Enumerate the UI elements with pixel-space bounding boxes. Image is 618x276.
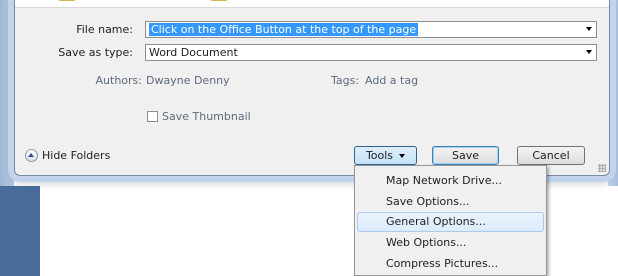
- save-as-type-label: Save as type:: [58, 46, 133, 59]
- cancel-button[interactable]: Cancel: [517, 146, 585, 165]
- menu-item-map-network-drive[interactable]: Map Network Drive...: [357, 171, 544, 191]
- chevron-down-icon[interactable]: [586, 27, 592, 31]
- authors-label: Authors:: [95, 74, 142, 87]
- menu-item-save-options[interactable]: Save Options...: [357, 192, 544, 212]
- hide-folders-button[interactable]: Hide Folders: [25, 149, 110, 162]
- tags-value[interactable]: Add a tag: [365, 74, 418, 87]
- menu-item-label: General Options...: [386, 215, 486, 228]
- save-as-type-select[interactable]: Word Document: [145, 44, 597, 61]
- tools-label: Tools: [365, 149, 394, 162]
- chevron-up-circle-icon: [25, 149, 38, 162]
- folder-list-edge[interactable]: [15, 0, 609, 8]
- chevron-down-icon[interactable]: [586, 50, 592, 54]
- file-name-label: File name:: [76, 23, 133, 36]
- folder-icon: [211, 0, 227, 1]
- file-name-value: Click on the Office Button at the top of…: [149, 23, 419, 36]
- background-document-margin: [0, 186, 40, 276]
- resize-grip-icon[interactable]: [598, 164, 606, 172]
- menu-item-label: Save Options...: [386, 195, 470, 208]
- authors-value[interactable]: Dwayne Denny: [146, 74, 230, 87]
- save-as-type-value: Word Document: [149, 46, 238, 59]
- chevron-down-icon: [399, 154, 406, 158]
- menu-item-compress-pictures[interactable]: Compress Pictures...: [357, 254, 544, 274]
- save-thumbnail-checkbox[interactable]: [147, 111, 158, 122]
- tags-label: Tags:: [331, 74, 360, 87]
- menu-item-general-options[interactable]: General Options...: [357, 212, 544, 232]
- save-as-dialog: File name: Click on the Office Button at…: [14, 0, 610, 176]
- menu-item-web-options[interactable]: Web Options...: [357, 233, 544, 253]
- file-name-input[interactable]: Click on the Office Button at the top of…: [145, 21, 597, 38]
- menu-item-label: Map Network Drive...: [386, 174, 502, 187]
- hide-folders-label: Hide Folders: [42, 149, 111, 162]
- menu-item-label: Compress Pictures...: [386, 257, 499, 270]
- tools-button[interactable]: Tools: [354, 146, 417, 165]
- menu-item-label: Web Options...: [386, 236, 467, 249]
- save-button[interactable]: Save: [432, 146, 499, 165]
- save-label: Save: [451, 149, 479, 162]
- save-thumbnail-label[interactable]: Save Thumbnail: [162, 110, 251, 123]
- folder-icon: [59, 0, 75, 1]
- tools-menu: Map Network Drive... Save Options... Gen…: [354, 165, 547, 276]
- cancel-label: Cancel: [532, 149, 570, 162]
